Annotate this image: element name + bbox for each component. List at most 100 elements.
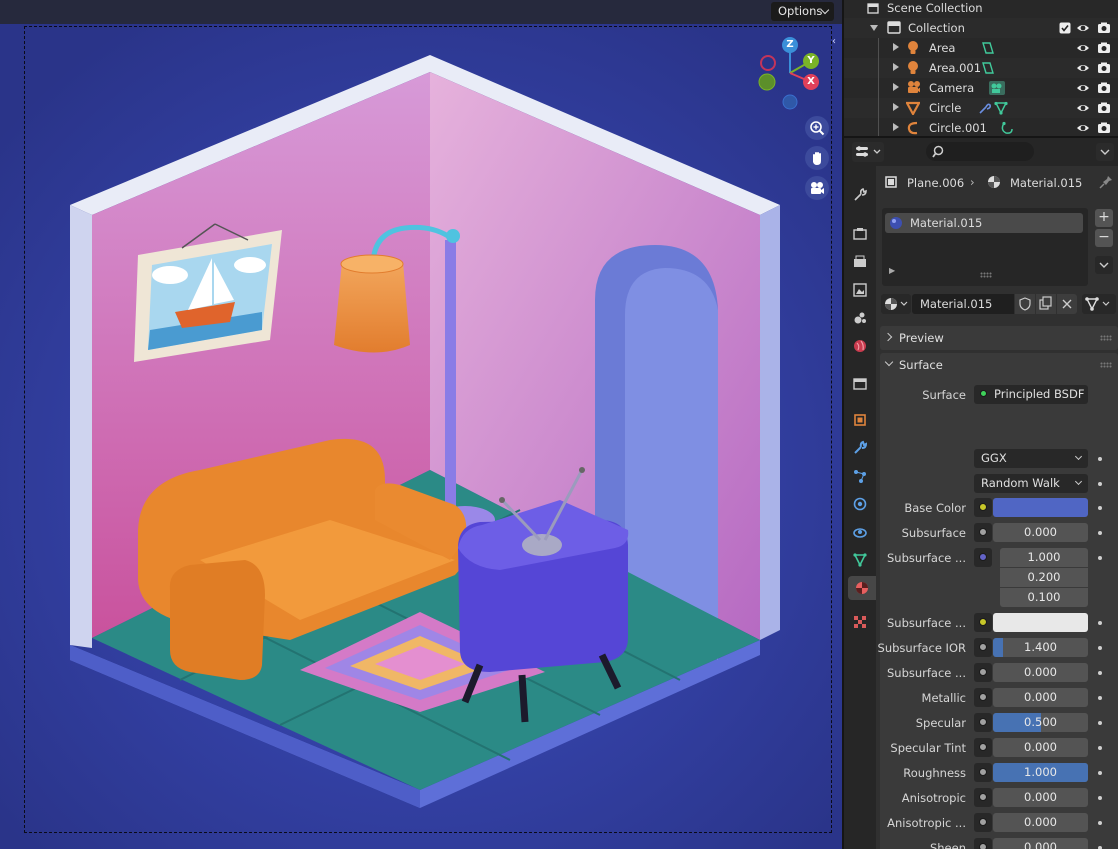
value-slider[interactable]: 0.500: [993, 713, 1088, 732]
socket-button[interactable]: [974, 788, 992, 807]
tab-output[interactable]: [848, 250, 872, 274]
render-camera-icon[interactable]: [1097, 121, 1111, 135]
tab-texture[interactable]: [848, 610, 872, 634]
eye-icon[interactable]: [1076, 61, 1090, 75]
link-mode-dropdown[interactable]: [1082, 294, 1116, 314]
keyframe-dot-icon[interactable]: [1098, 671, 1102, 675]
vector-component-field[interactable]: 0.200: [1000, 568, 1088, 587]
area-light-data-icon[interactable]: [980, 60, 996, 75]
tab-render[interactable]: [848, 222, 872, 246]
socket-button[interactable]: [974, 738, 992, 757]
distribution-dropdown[interactable]: GGX: [974, 449, 1088, 468]
keyframe-dot-icon[interactable]: [1098, 531, 1102, 535]
collection-row[interactable]: Collection: [844, 18, 1118, 38]
socket-button[interactable]: [974, 498, 992, 517]
socket-button[interactable]: [974, 613, 992, 632]
eye-icon[interactable]: [1076, 121, 1090, 135]
curve-data-icon[interactable]: [1000, 120, 1014, 135]
options-dropdown[interactable]: Options: [771, 2, 834, 21]
area-light-data-icon[interactable]: [980, 40, 996, 55]
socket-button[interactable]: [974, 688, 992, 707]
tab-scene[interactable]: [848, 306, 872, 330]
value-slider[interactable]: 0.000: [993, 688, 1088, 707]
subsurface-method-dropdown[interactable]: Random Walk: [974, 474, 1088, 493]
keyframe-dot-icon[interactable]: [1098, 457, 1102, 461]
render-camera-icon[interactable]: [1097, 61, 1111, 75]
outliner-item-circle-001[interactable]: Circle.001: [844, 118, 1118, 138]
material-slot-row[interactable]: Material.015: [885, 213, 1083, 233]
keyframe-dot-icon[interactable]: [1098, 482, 1102, 486]
expand-list-icon[interactable]: ▶: [889, 266, 895, 275]
duplicate-material-button[interactable]: [1036, 294, 1056, 314]
keyframe-dot-icon[interactable]: [1098, 506, 1102, 510]
tab-physics[interactable]: [848, 492, 872, 516]
color-swatch[interactable]: [993, 498, 1088, 517]
keyframe-dot-icon[interactable]: [1098, 621, 1102, 625]
value-slider[interactable]: 1.000: [993, 763, 1088, 782]
eye-icon[interactable]: [1076, 21, 1090, 35]
tab-data[interactable]: [848, 548, 872, 572]
eye-icon[interactable]: [1076, 101, 1090, 115]
drag-grip-icon[interactable]: [1100, 335, 1112, 341]
render-camera-icon[interactable]: [1097, 21, 1111, 35]
outliner-item-area[interactable]: Area: [844, 38, 1118, 58]
mesh-data-icon[interactable]: [978, 100, 1010, 115]
camera-view-button[interactable]: [805, 176, 829, 200]
expand-triangle-icon[interactable]: [893, 63, 899, 71]
socket-button[interactable]: [974, 548, 992, 567]
tab-view-layer[interactable]: [848, 278, 872, 302]
unlink-material-button[interactable]: [1057, 294, 1077, 314]
tab-material[interactable]: [848, 576, 876, 600]
tab-world[interactable]: [848, 334, 872, 358]
keyframe-dot-icon[interactable]: [1098, 721, 1102, 725]
outliner-item-circle[interactable]: Circle: [844, 98, 1118, 118]
keyframe-dot-icon[interactable]: [1098, 556, 1102, 560]
render-camera-icon[interactable]: [1097, 41, 1111, 55]
slot-specials-button[interactable]: [1095, 256, 1113, 274]
3d-viewport[interactable]: Options Z Y X ‹: [0, 0, 842, 849]
surface-shader-selector[interactable]: Principled BSDF: [974, 385, 1088, 404]
sidebar-toggle-icon[interactable]: ‹: [832, 36, 842, 50]
keyframe-dot-icon[interactable]: [1098, 696, 1102, 700]
outliner-item-area-001[interactable]: Area.001: [844, 58, 1118, 78]
add-slot-button[interactable]: +: [1095, 209, 1113, 227]
expand-triangle-icon[interactable]: [893, 123, 899, 131]
surface-panel-header[interactable]: Surface: [880, 353, 1118, 377]
tab-object[interactable]: [848, 408, 872, 432]
eye-icon[interactable]: [1076, 81, 1090, 95]
value-slider[interactable]: 1.400: [993, 638, 1088, 657]
socket-button[interactable]: [974, 838, 992, 849]
material-slot-list[interactable]: Material.015 ▶: [882, 208, 1088, 286]
browse-material-button[interactable]: [881, 294, 911, 314]
properties-search-input[interactable]: [926, 142, 1034, 161]
material-name-field[interactable]: Material.015: [912, 294, 1014, 314]
keyframe-dot-icon[interactable]: [1098, 746, 1102, 750]
socket-button[interactable]: [974, 523, 992, 542]
scene-collection-row[interactable]: Scene Collection: [844, 0, 1118, 18]
vector-component-field[interactable]: 0.100: [1000, 588, 1088, 607]
value-slider[interactable]: 0.000: [993, 738, 1088, 757]
socket-button[interactable]: [974, 763, 992, 782]
vector-component-field[interactable]: 1.000: [1000, 548, 1088, 567]
editor-type-dropdown[interactable]: [852, 142, 884, 162]
tab-tool[interactable]: [848, 183, 872, 207]
value-slider[interactable]: 0.000: [993, 788, 1088, 807]
outliner-item-camera[interactable]: Camera: [844, 78, 1118, 98]
options-dropdown-button[interactable]: [1096, 143, 1114, 161]
socket-button[interactable]: [974, 813, 992, 832]
expand-triangle-icon[interactable]: [893, 103, 899, 111]
preview-panel-header[interactable]: Preview: [880, 326, 1118, 350]
expand-triangle-icon[interactable]: [893, 43, 899, 51]
checkbox-icon[interactable]: [1058, 20, 1072, 35]
value-slider[interactable]: 0.000: [993, 523, 1088, 542]
render-camera-icon[interactable]: [1097, 101, 1111, 115]
drag-grip-icon[interactable]: [1100, 362, 1112, 368]
keyframe-dot-icon[interactable]: [1098, 771, 1102, 775]
zoom-button[interactable]: [805, 116, 829, 140]
expand-triangle-icon[interactable]: [893, 83, 899, 91]
tab-constraints[interactable]: [848, 520, 872, 544]
value-slider[interactable]: 0.000: [993, 813, 1088, 832]
socket-button[interactable]: [974, 638, 992, 657]
keyframe-dot-icon[interactable]: [1098, 796, 1102, 800]
keyframe-dot-icon[interactable]: [1098, 821, 1102, 825]
